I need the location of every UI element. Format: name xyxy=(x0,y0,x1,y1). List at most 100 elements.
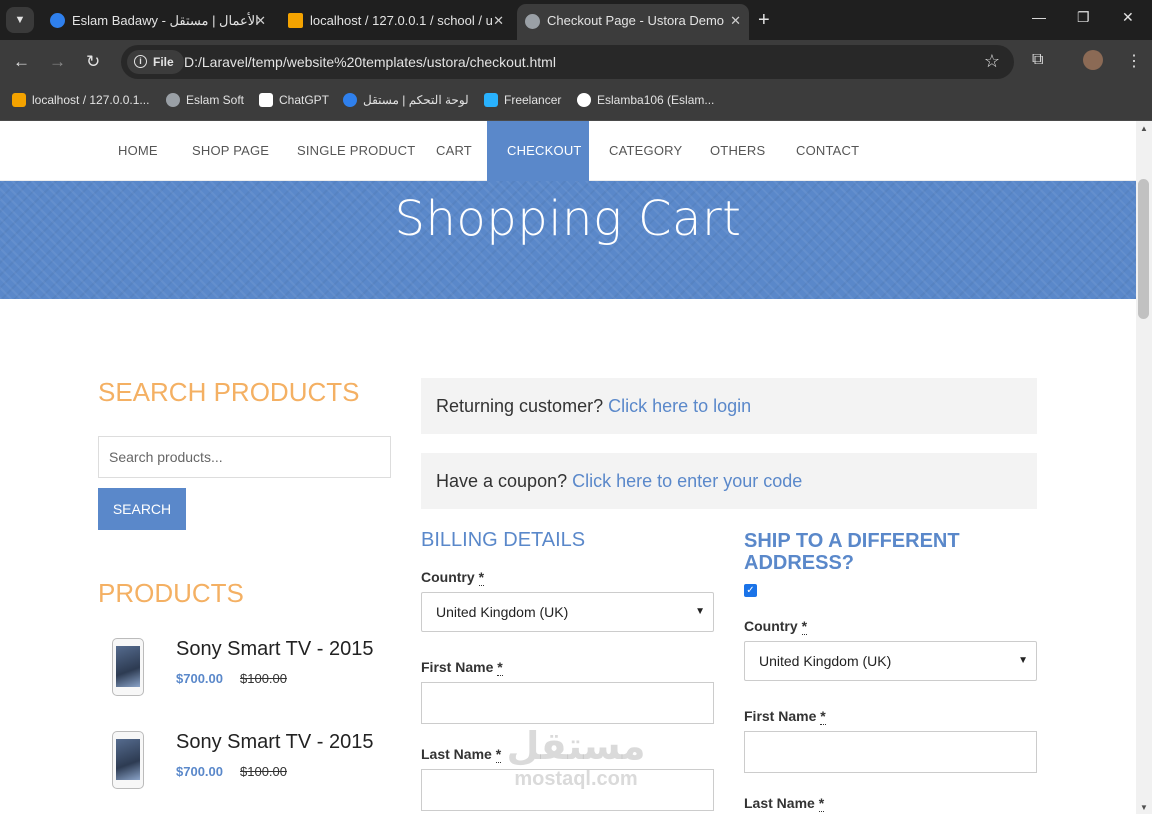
page-scrollbar[interactable]: ▲ ▼ xyxy=(1136,121,1152,814)
window-close-icon[interactable]: ✕ xyxy=(1122,9,1134,26)
mostaql-icon xyxy=(343,93,357,107)
scroll-down-arrow-icon[interactable]: ▼ xyxy=(1140,803,1148,812)
github-icon xyxy=(577,93,591,107)
forward-arrow-icon[interactable]: → xyxy=(49,52,66,72)
billing-last-name-label: Last Name * xyxy=(421,746,502,763)
login-link[interactable]: Click here to login xyxy=(608,396,751,416)
required-mark: * xyxy=(801,618,808,635)
required-mark: * xyxy=(820,708,826,725)
coupon-link[interactable]: Click here to enter your code xyxy=(572,471,802,491)
billing-first-name-input[interactable] xyxy=(421,682,714,724)
site-info-chip[interactable]: i File xyxy=(127,50,184,74)
product-name[interactable]: Sony Smart TV - 2015 xyxy=(176,731,374,754)
tab-mostaql[interactable]: Eslam Badawy - الأعمال | مستقل ✕ xyxy=(42,5,274,36)
close-icon[interactable]: ✕ xyxy=(493,5,504,36)
page-banner: Shopping Cart xyxy=(0,181,1136,299)
bookmark-localhost[interactable]: localhost / 127.0.0.1... xyxy=(12,92,149,108)
required-mark: * xyxy=(478,569,485,586)
menu-shop-page[interactable]: SHOP PAGE xyxy=(172,121,289,181)
chatgpt-icon xyxy=(259,93,273,107)
close-icon[interactable]: ✕ xyxy=(255,5,266,36)
menu-checkout[interactable]: CHECKOUT xyxy=(487,121,589,181)
minimize-icon[interactable]: — xyxy=(1032,9,1046,25)
ship-different-address-checkbox[interactable]: ✓ xyxy=(744,584,757,597)
sidebar-product[interactable]: Sony Smart TV - 2015 $700.00 $100.00 xyxy=(98,731,398,801)
bookmark-github[interactable]: Eslamba106 (Eslam... xyxy=(577,92,714,108)
product-name[interactable]: Sony Smart TV - 2015 xyxy=(176,638,374,661)
bookmark-eslam-soft[interactable]: Eslam Soft xyxy=(166,92,244,108)
menu-home[interactable]: HOME xyxy=(98,121,178,181)
sidebar-product[interactable]: Sony Smart TV - 2015 $700.00 $100.00 xyxy=(98,638,398,708)
phpmyadmin-icon xyxy=(12,93,26,107)
shipping-first-name-input[interactable] xyxy=(744,731,1037,773)
freelancer-icon xyxy=(484,93,498,107)
more-menu-icon[interactable]: ⋮ xyxy=(1126,51,1142,71)
label-text: First Name xyxy=(421,659,494,675)
label-text: First Name xyxy=(744,708,817,724)
info-icon: i xyxy=(134,55,147,68)
returning-customer-notice: Returning customer? Click here to login xyxy=(421,378,1037,434)
new-tab-button[interactable]: + xyxy=(758,8,770,32)
bookmark-star-icon[interactable]: ☆ xyxy=(984,51,1000,72)
browser-tabstrip: ▼ Eslam Badawy - الأعمال | مستقل ✕ local… xyxy=(0,0,1152,40)
billing-country-select[interactable]: United Kingdom (UK) ▼ xyxy=(421,592,714,632)
bookmark-label: Freelancer xyxy=(504,93,562,107)
chevron-down-icon: ▼ xyxy=(695,606,705,617)
bookmark-label: لوحة التحكم | مستقل xyxy=(363,93,469,107)
tab-title: Eslam Badawy - الأعمال | مستقل xyxy=(72,13,259,28)
browser-toolbar: ← → ↻ i File D:/Laravel/temp/website%20t… xyxy=(0,40,1152,84)
menu-contact[interactable]: CONTACT xyxy=(776,121,879,181)
coupon-text: Have a coupon? xyxy=(436,471,568,491)
required-mark: * xyxy=(495,746,502,763)
close-icon[interactable]: ✕ xyxy=(730,4,741,38)
tab-phpmyadmin[interactable]: localhost / 127.0.0.1 / school / u ✕ xyxy=(280,5,512,36)
scroll-up-arrow-icon[interactable]: ▲ xyxy=(1140,124,1148,133)
search-button[interactable]: SEARCH xyxy=(98,488,186,530)
bookmarks-bar: localhost / 127.0.0.1... Eslam Soft Chat… xyxy=(0,84,1152,121)
bookmark-freelancer[interactable]: Freelancer xyxy=(484,92,561,108)
product-thumbnail[interactable] xyxy=(112,731,144,789)
extensions-icon[interactable]: ⧉ xyxy=(1032,51,1043,69)
billing-country-label: Country * xyxy=(421,569,485,586)
billing-details-title: BILLING DETAILS xyxy=(421,529,586,551)
billing-first-name-label: First Name * xyxy=(421,659,503,676)
watermark-arabic: مستقل xyxy=(506,724,646,768)
selected-value: United Kingdom (UK) xyxy=(436,604,569,620)
bookmark-mostaql-dashboard[interactable]: لوحة التحكم | مستقل xyxy=(343,92,469,108)
required-mark: * xyxy=(497,659,503,676)
mostaql-icon xyxy=(50,13,65,28)
globe-icon xyxy=(166,93,180,107)
back-arrow-icon[interactable]: ← xyxy=(13,52,30,72)
menu-others[interactable]: OTHERS xyxy=(690,121,785,181)
search-input[interactable] xyxy=(98,436,391,478)
bookmark-label: localhost / 127.0.0.1... xyxy=(32,93,150,107)
shipping-last-name-label: Last Name * xyxy=(744,795,825,812)
address-bar[interactable]: i File D:/Laravel/temp/website%20templat… xyxy=(121,45,1014,79)
scroll-thumb[interactable] xyxy=(1138,179,1149,319)
tab-title: localhost / 127.0.0.1 / school / u xyxy=(310,13,493,28)
tab-checkout[interactable]: Checkout Page - Ustora Demo ✕ xyxy=(517,4,749,40)
bookmark-label: ChatGPT xyxy=(279,93,330,107)
label-text: Country xyxy=(744,618,798,634)
selected-value: United Kingdom (UK) xyxy=(759,653,892,669)
tab-search-button[interactable]: ▼ xyxy=(6,7,34,33)
main-menu: HOME SHOP PAGE SINGLE PRODUCT CART CHECK… xyxy=(0,121,1136,181)
shipping-country-select[interactable]: United Kingdom (UK) ▼ xyxy=(744,641,1037,681)
bookmark-label: Eslam Soft xyxy=(186,93,245,107)
menu-cart[interactable]: CART xyxy=(416,121,492,181)
url-text[interactable]: D:/Laravel/temp/website%20templates/usto… xyxy=(184,45,556,79)
product-thumbnail[interactable] xyxy=(112,638,144,696)
required-mark: * xyxy=(818,795,825,812)
search-heading: SEARCH PRODUCTS xyxy=(98,377,360,407)
returning-text: Returning customer? xyxy=(436,396,604,416)
label-text: Last Name xyxy=(421,746,492,762)
shipping-country-label: Country * xyxy=(744,618,808,635)
bookmark-chatgpt[interactable]: ChatGPT xyxy=(259,92,329,108)
label-text: Last Name xyxy=(744,795,815,811)
reload-icon[interactable]: ↻ xyxy=(86,52,100,72)
maximize-icon[interactable]: ❐ xyxy=(1077,9,1090,26)
menu-category[interactable]: CATEGORY xyxy=(589,121,702,181)
menu-single-product[interactable]: SINGLE PRODUCT xyxy=(277,121,435,181)
profile-avatar[interactable] xyxy=(1083,50,1103,70)
watermark-latin: mostaql.com xyxy=(514,768,638,790)
